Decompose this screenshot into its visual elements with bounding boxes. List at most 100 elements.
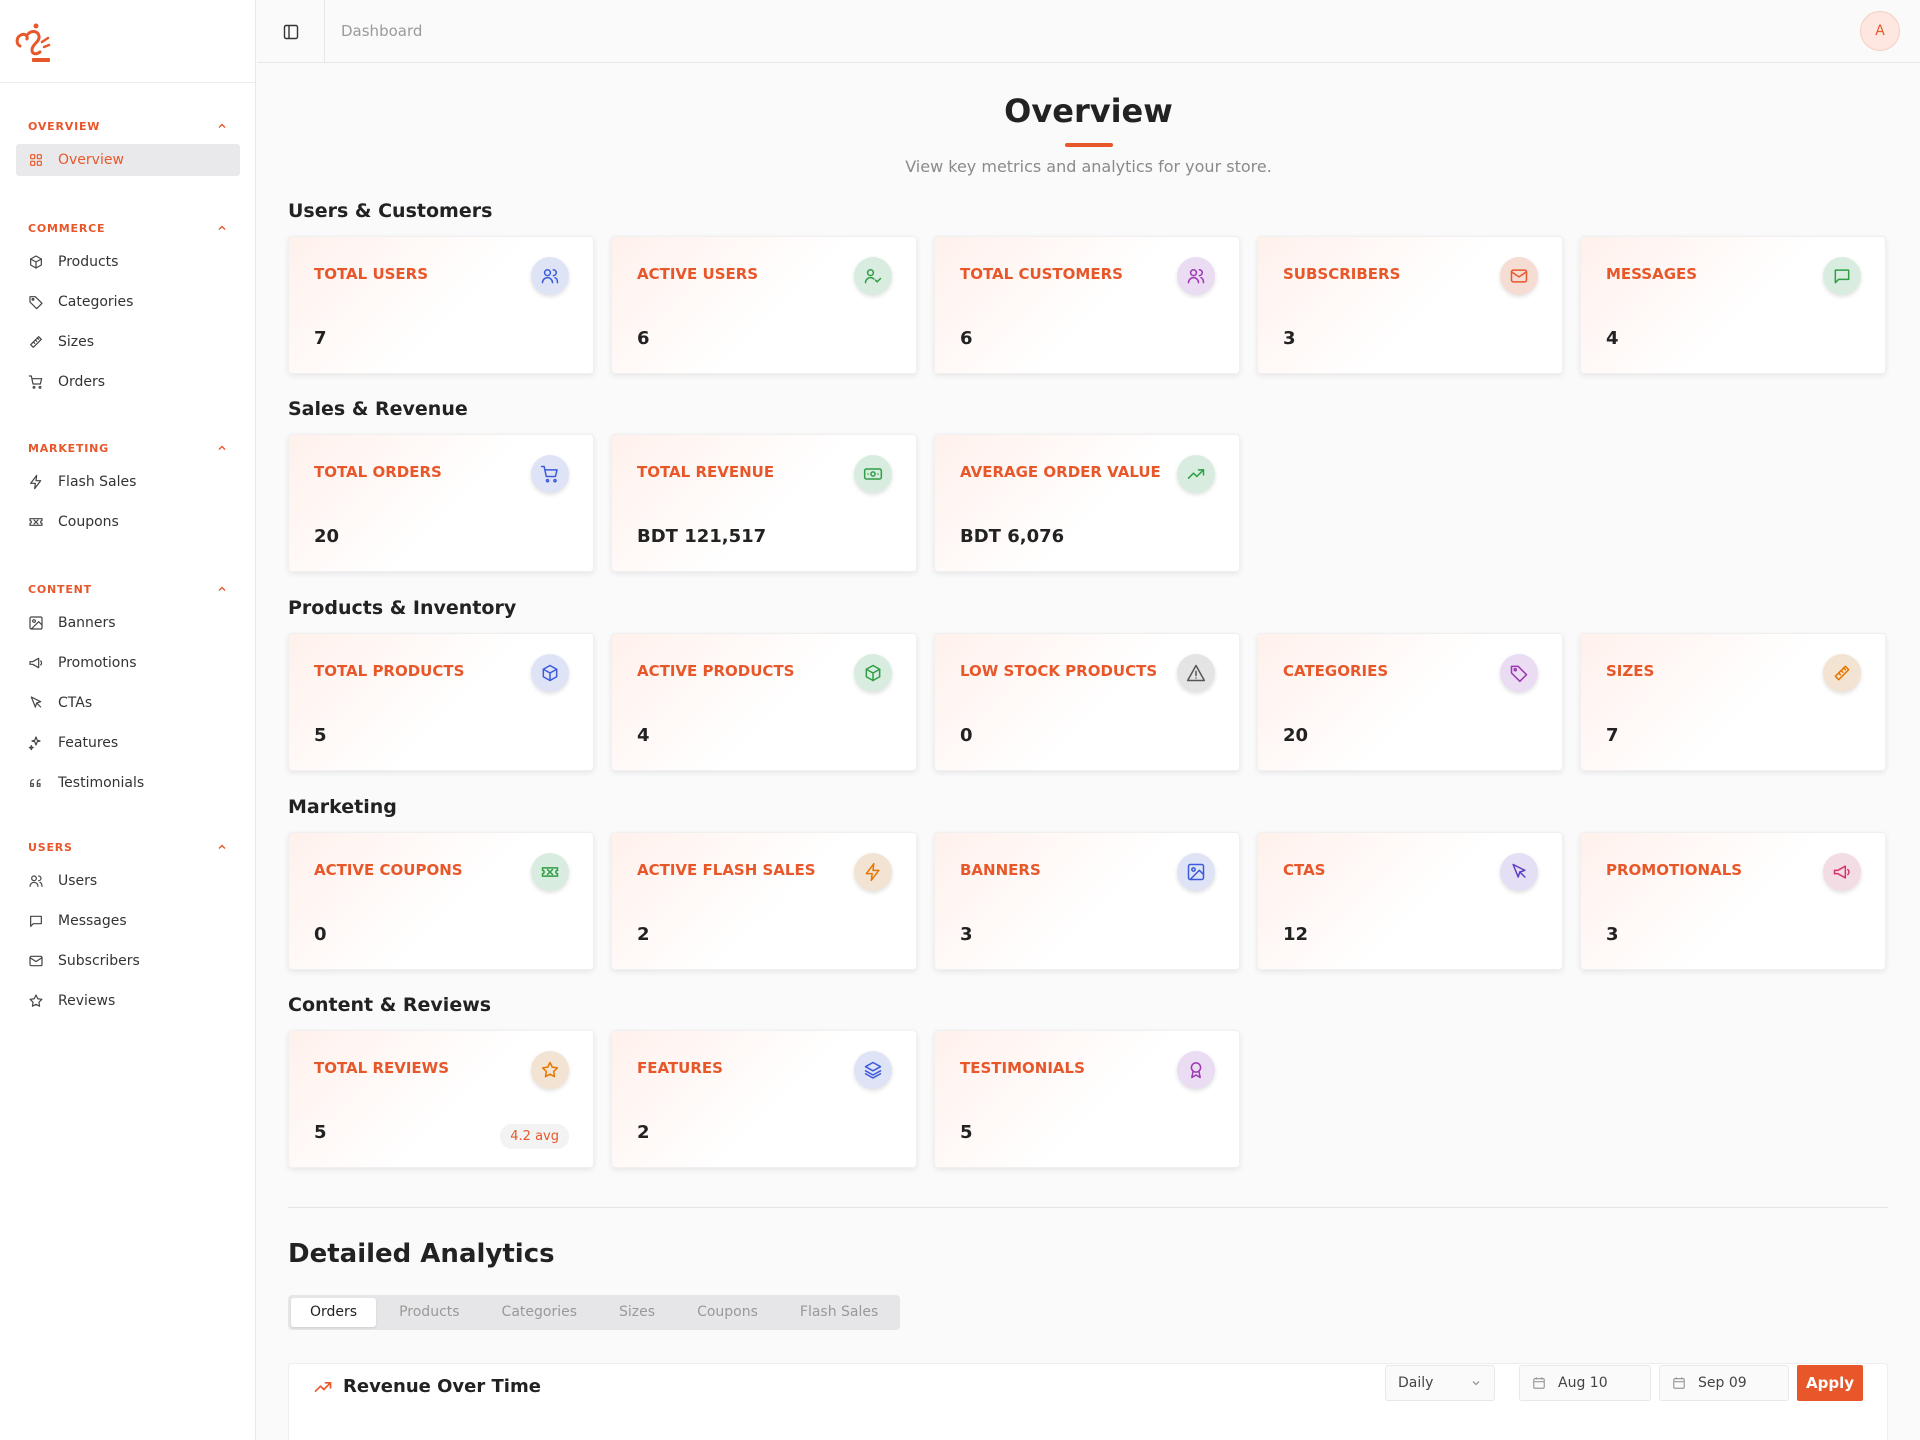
tab-orders[interactable]: Orders	[291, 1298, 377, 1327]
sidebar-item-sizes[interactable]: Sizes	[16, 326, 240, 358]
zap-icon	[854, 853, 892, 891]
ticket-icon	[29, 518, 43, 526]
trending-up-icon	[1187, 469, 1205, 479]
tab-categories[interactable]: Categories	[483, 1298, 596, 1327]
star-icon	[541, 1061, 559, 1078]
metric-card-average-order-value[interactable]: AVERAGE ORDER VALUE BDT 6,076	[934, 434, 1240, 572]
tab-sizes[interactable]: Sizes	[600, 1298, 674, 1327]
metric-value: 2	[637, 1122, 650, 1143]
nav-section-title: CONTENT	[28, 582, 92, 596]
metric-label: ACTIVE USERS	[637, 265, 759, 283]
metric-value: 20	[314, 526, 340, 547]
pointer-icon	[1512, 863, 1526, 878]
sidebar-item-subscribers[interactable]: Subscribers	[16, 945, 240, 977]
metric-card-sizes[interactable]: SIZES 7	[1580, 633, 1886, 771]
chevron-up-icon	[218, 225, 226, 230]
sidebar-item-messages[interactable]: Messages	[16, 905, 240, 937]
metric-card-promotionals[interactable]: PROMOTIONALS 3	[1580, 832, 1886, 970]
nav-section-header[interactable]: COMMERCE	[16, 218, 240, 238]
banknote-icon	[863, 468, 883, 480]
tab-products[interactable]: Products	[380, 1298, 478, 1327]
users-icon	[1187, 269, 1205, 284]
metric-card-total-orders[interactable]: TOTAL ORDERS 20	[288, 434, 594, 572]
nav-section-header[interactable]: USERS	[16, 837, 240, 857]
sidebar-item-label: Subscribers	[58, 953, 140, 969]
metric-card-active-users[interactable]: ACTIVE USERS 6	[611, 236, 917, 374]
trending-up-icon	[314, 1381, 332, 1392]
sidebar-item-features[interactable]: Features	[16, 727, 240, 759]
metric-card-features[interactable]: FEATURES 2	[611, 1030, 917, 1168]
nav-section-header[interactable]: MARKETING	[16, 438, 240, 458]
metric-card-active-products[interactable]: ACTIVE PRODUCTS 4	[611, 633, 917, 771]
calendar-icon	[1673, 1377, 1685, 1389]
metric-card-categories[interactable]: CATEGORIES 20	[1257, 633, 1563, 771]
metric-card-testimonials[interactable]: TESTIMONIALS 5	[934, 1030, 1240, 1168]
tab-flash-sales[interactable]: Flash Sales	[781, 1298, 897, 1327]
metric-card-messages[interactable]: MESSAGES 4	[1580, 236, 1886, 374]
metric-card-active-flash-sales[interactable]: ACTIVE FLASH SALES 2	[611, 832, 917, 970]
metric-card-ctas[interactable]: CTAS 12	[1257, 832, 1563, 970]
sidebar-item-ctas[interactable]: CTAs	[16, 687, 240, 719]
tag-icon	[29, 296, 43, 310]
metric-label: TESTIMONIALS	[960, 1059, 1085, 1077]
metric-card-low-stock-products[interactable]: LOW STOCK PRODUCTS 0	[934, 633, 1240, 771]
sidebar-item-promotions[interactable]: Promotions	[16, 647, 240, 679]
metric-card-active-coupons[interactable]: ACTIVE COUPONS 0	[288, 832, 594, 970]
metric-card-total-reviews[interactable]: TOTAL REVIEWS 5 4.2 avg	[288, 1030, 594, 1168]
nav-section-header[interactable]: OVERVIEW	[16, 116, 240, 136]
metric-card-total-products[interactable]: TOTAL PRODUCTS 5	[288, 633, 594, 771]
user-check-icon	[864, 269, 882, 284]
sidebar-toggle-button[interactable]	[257, 0, 325, 63]
metric-label: SIZES	[1606, 662, 1655, 680]
sidebar-item-banners[interactable]: Banners	[16, 607, 240, 639]
sidebar-item-users[interactable]: Users	[16, 865, 240, 897]
image-icon	[28, 615, 44, 631]
interval-select[interactable]: Daily	[1385, 1365, 1495, 1401]
trending-up-icon	[1177, 455, 1215, 493]
metric-value: 12	[1283, 924, 1309, 945]
sidebar-item-reviews[interactable]: Reviews	[16, 985, 240, 1017]
metric-value: 6	[637, 328, 650, 349]
zap-icon	[30, 474, 42, 490]
sidebar-item-overview[interactable]: Overview	[16, 144, 240, 176]
sidebar-item-label: Reviews	[58, 993, 116, 1009]
sidebar-item-testimonials[interactable]: Testimonials	[16, 767, 240, 799]
sidebar-item-products[interactable]: Products	[16, 246, 240, 278]
brand-logo[interactable]	[0, 0, 255, 83]
panel-left-icon	[283, 24, 298, 39]
date-from-picker[interactable]: Aug 10	[1519, 1365, 1651, 1401]
alert-triangle-icon	[1177, 654, 1215, 692]
sidebar-item-categories[interactable]: Categories	[16, 286, 240, 318]
mail-icon	[1500, 257, 1538, 295]
metric-label: FEATURES	[637, 1059, 723, 1077]
metric-label: AVERAGE ORDER VALUE	[960, 463, 1161, 481]
nav-section-users: USERS Users Messages Subscribers Reviews	[0, 837, 256, 1017]
apply-button[interactable]: Apply	[1797, 1365, 1863, 1401]
metric-card-total-users[interactable]: TOTAL USERS 7	[288, 236, 594, 374]
breadcrumb[interactable]: Dashboard	[341, 0, 422, 62]
message-icon	[30, 915, 42, 927]
metric-value: 0	[960, 725, 973, 746]
analytics-title: Detailed Analytics	[288, 1239, 555, 1269]
chevron-up-icon	[218, 586, 226, 591]
metric-value: 4	[637, 725, 650, 746]
sidebar-item-coupons[interactable]: Coupons	[16, 506, 240, 538]
metric-card-subscribers[interactable]: SUBSCRIBERS 3	[1257, 236, 1563, 374]
user-avatar[interactable]: A	[1860, 11, 1900, 51]
nav-section-title: OVERVIEW	[28, 119, 101, 133]
section-title-marketing: Marketing	[288, 796, 397, 818]
sidebar-item-flash-sales[interactable]: Flash Sales	[16, 466, 240, 498]
metric-card-total-revenue[interactable]: TOTAL REVENUE BDT 121,517	[611, 434, 917, 572]
ticket-icon	[28, 514, 44, 530]
sidebar-item-orders[interactable]: Orders	[16, 366, 240, 398]
nav-section-header[interactable]: CONTENT	[16, 579, 240, 599]
metric-card-banners[interactable]: BANNERS 3	[934, 832, 1240, 970]
metric-value: 5	[960, 1122, 973, 1143]
tab-coupons[interactable]: Coupons	[678, 1298, 777, 1327]
metric-card-total-customers[interactable]: TOTAL CUSTOMERS 6	[934, 236, 1240, 374]
box-icon	[854, 654, 892, 692]
metric-value: 5	[314, 725, 327, 746]
pointer-icon	[1500, 853, 1538, 891]
date-to-picker[interactable]: Sep 09	[1659, 1365, 1789, 1401]
metric-label: SUBSCRIBERS	[1283, 265, 1401, 283]
